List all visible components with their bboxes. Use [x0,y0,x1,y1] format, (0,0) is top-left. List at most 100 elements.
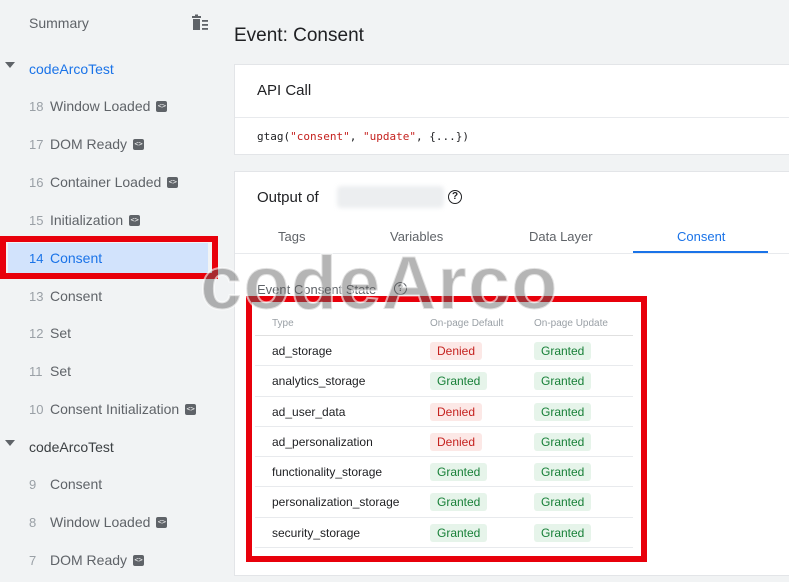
default-status-badge: Granted [430,523,488,542]
default-status-badge: Granted [430,463,488,482]
sidebar-item-consent[interactable]: 13 Consent [0,281,222,311]
event-name: Consent Initialization <> [50,401,197,417]
table-row: ad_personalization Denied Granted [255,427,633,458]
update-status-badge: Granted [534,432,592,451]
update-status-badge: Granted [534,523,592,542]
api-call-title: API Call [257,82,312,99]
sidebar-item-dom-ready[interactable]: 7 DOM Ready <> [0,545,222,575]
table-row: personalization_storage Granted Granted [255,487,633,518]
event-name-text: DOM Ready [50,552,128,568]
code-sep: , [349,130,363,143]
output-card: Output of ? Tags Variables Data Layer Co… [234,171,789,576]
code-icon: <> [129,214,141,226]
consent-state-help-icon[interactable]: ? [394,282,407,295]
help-icon[interactable]: ? [448,190,462,204]
output-title: Output of [257,189,319,206]
api-call-code: gtag("consent", "update", {...}) [257,130,469,143]
default-status-badge: Denied [430,432,483,451]
event-name: DOM Ready <> [50,136,145,152]
group-header[interactable]: codeArcoTest [0,431,222,463]
update-status-badge: Granted [534,402,592,421]
active-tab-indicator [633,251,768,253]
update-status-badge: Granted [534,372,592,391]
page-title: Event: Consent [234,25,364,46]
tab-tags[interactable]: Tags [278,229,305,244]
event-name: Consent [50,476,102,492]
consent-table: Type On-page Default On-page Update ad_s… [255,310,633,549]
caret-down-icon[interactable] [5,62,15,68]
sidebar-item-set[interactable]: 11 Set [0,356,222,386]
sidebar-item-set[interactable]: 12 Set [0,318,222,348]
table-row: ad_user_data Denied Granted [255,397,633,427]
sidebar: Summary codeArcoTest 18 Window Loaded <> 17 D… [0,0,222,582]
event-name-text: Set [50,363,72,379]
event-number: 10 [29,402,44,417]
event-name: Consent [50,288,102,304]
event-name-text: Window Loaded [50,514,151,530]
delete-all-icon[interactable] [190,13,210,33]
event-name-text: Consent [50,288,103,304]
sidebar-item-dom-ready[interactable]: 17 DOM Ready <> [0,129,222,159]
default-status-badge: Granted [430,372,488,391]
api-call-card: API Call gtag("consent", "update", {...}… [234,64,789,155]
consent-type: personalization_storage [272,495,400,510]
event-name: Container Loaded <> [50,174,179,190]
summary-row[interactable]: Summary [0,0,222,46]
sidebar-item-window-loaded[interactable]: 8 Window Loaded <> [0,507,222,537]
event-name-text: Set [50,325,72,341]
event-name: Set [50,325,71,341]
event-name-text: Container Loaded [50,174,162,190]
table-body: ad_storage Denied Granted analytics_storage… [255,336,633,549]
event-name: DOM Ready <> [50,552,145,568]
code-rest: , {...}) [415,130,469,143]
code-fn: gtag( [257,130,291,143]
tab-data-layer[interactable]: Data Layer [529,229,593,244]
default-status-badge: Denied [430,342,483,360]
code-icon: <> [185,403,197,415]
event-name-text: Consent [50,250,103,266]
event-number: 12 [29,326,44,341]
consent-type: ad_personalization [272,434,373,449]
tab-variables[interactable]: Variables [390,229,443,244]
output-tabs: Tags Variables Data Layer Consent [235,220,789,254]
caret-down-icon[interactable] [5,440,15,446]
code-icon: <> [156,516,168,528]
event-number: 13 [29,289,44,304]
table-row: functionality_storage Granted Granted [255,457,633,488]
sidebar-item-consent[interactable]: 9 Consent [0,469,222,499]
update-status-badge: Granted [534,342,592,360]
event-name-text: Consent Initialization [50,401,180,417]
event-number: 8 [29,515,37,530]
sidebar-item-initialization[interactable]: 15 Initialization <> [0,205,222,235]
table-row: analytics_storage Granted Granted [255,366,633,397]
event-number: 7 [29,553,37,568]
consent-type: security_storage [272,525,361,540]
consent-type: ad_user_data [272,404,346,419]
consent-type: ad_storage [272,344,333,358]
tab-consent[interactable]: Consent [677,229,725,244]
default-status-badge: Denied [430,402,483,421]
group-header[interactable]: codeArcoTest [0,53,222,85]
default-status-badge: Granted [430,493,488,512]
event-number: 11 [29,364,43,379]
sidebar-item-container-loaded[interactable]: 16 Container Loaded <> [0,167,222,197]
group-label: codeArcoTest [29,439,114,455]
code-arg-consent: "consent" [290,130,350,143]
event-name: Set [50,363,71,379]
event-number: 17 [29,137,44,152]
event-number: 16 [29,175,44,190]
sidebar-item-consent[interactable]: 14 Consent [0,243,222,273]
event-number: 14 [29,251,44,266]
sidebar-item-window-loaded[interactable]: 18 Window Loaded <> [0,91,222,121]
consent-type: functionality_storage [272,465,383,480]
header-update: On-page Update [534,318,608,329]
event-name-text: DOM Ready [50,136,128,152]
code-arg-update: "update" [362,130,416,143]
event-name-text: Initialization [50,212,124,228]
summary-label: Summary [29,15,89,31]
code-icon: <> [156,100,168,112]
event-number: 15 [29,213,44,228]
sidebar-item-consent-initialization[interactable]: 10 Consent Initialization <> [0,394,222,424]
event-name-text: Consent [50,476,103,492]
update-status-badge: Granted [534,493,592,512]
